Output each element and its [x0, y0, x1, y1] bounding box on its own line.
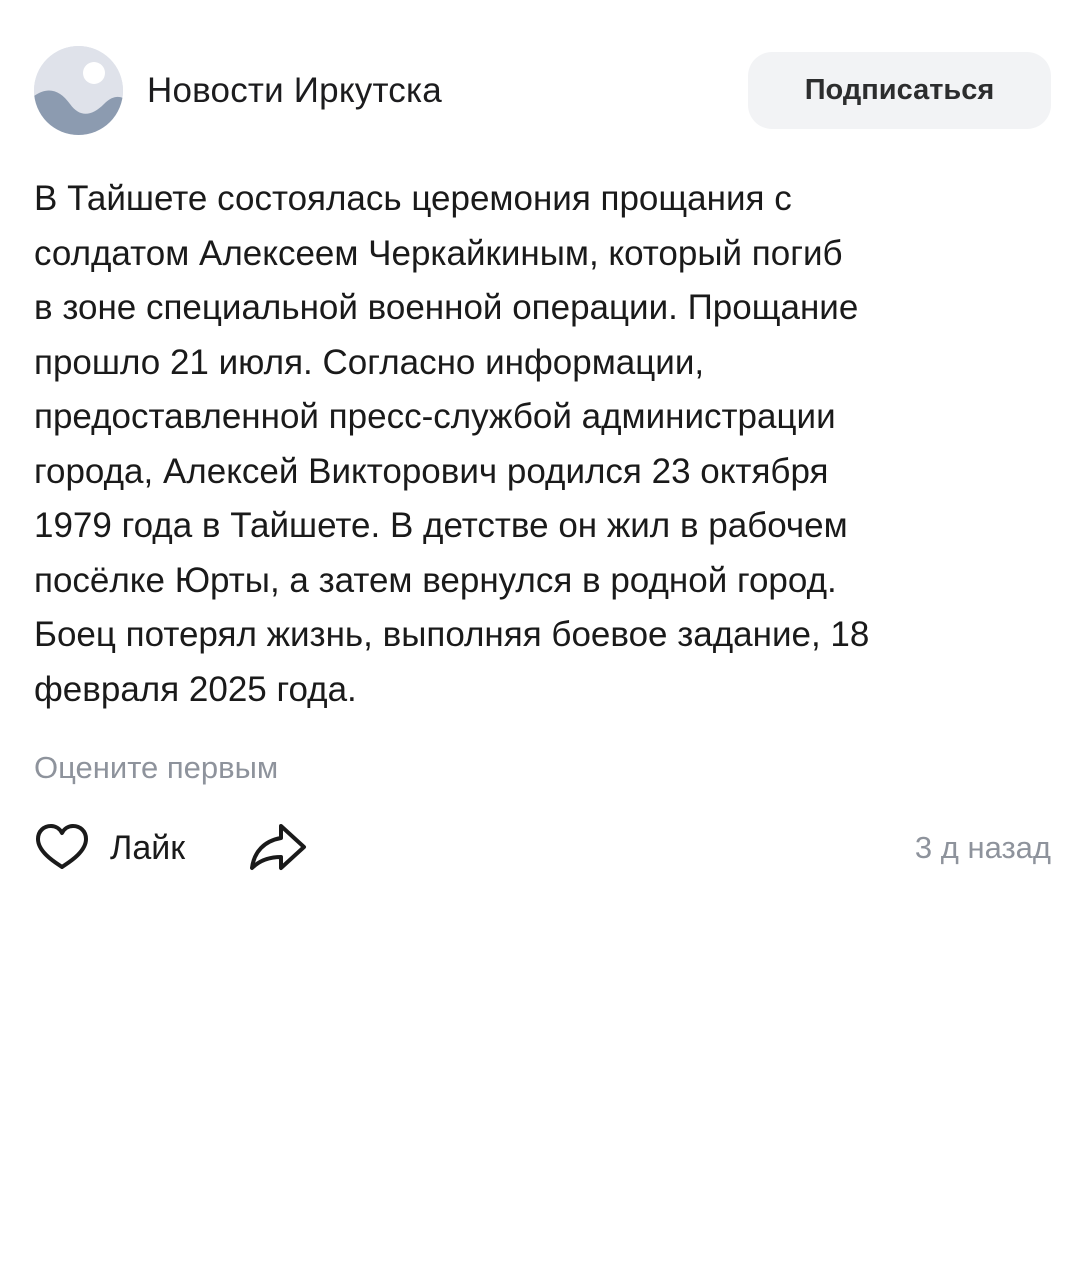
post-text-line: предоставленной пресс-службой администра… [34, 397, 836, 436]
post-text-line: февраля 2025 года. [34, 669, 357, 709]
post-header: Новости Иркутска Подписаться [34, 46, 1051, 136]
rate-first-link[interactable]: Оцените первым [34, 748, 278, 788]
share-button[interactable] [248, 822, 308, 874]
landscape-avatar-icon [34, 46, 123, 135]
group-name[interactable]: Новости Иркутска [147, 69, 442, 113]
post-text-line: города, Алексей Викторович родился 23 ок… [34, 451, 829, 491]
subscribe-button[interactable]: Подписаться [748, 52, 1051, 129]
post-text-line: солдатом Алексеем Черкайкиным, который п… [34, 233, 843, 273]
post-text: В Тайшете состоялась церемония прощания … [34, 172, 1064, 717]
like-button[interactable]: Лайк [34, 820, 185, 876]
post-actions: Лайк 3 д назад [34, 820, 1051, 880]
post-text-line: в зоне специальной военной операции. Про… [34, 288, 859, 327]
heart-icon [36, 824, 88, 869]
share-arrow-icon [250, 824, 306, 870]
post-text-line: 1979 года в Тайшете. В детстве он жил в … [34, 506, 848, 545]
post-text-line: В Тайшете состоялась церемония прощания … [34, 179, 792, 218]
like-label: Лайк [110, 828, 186, 867]
post-card: Новости Иркутска Подписаться В Тайшете с… [0, 0, 1084, 1280]
post-text-line: прошло 21 июля. Согласно информации, [34, 342, 705, 382]
post-text-line: посёлке Юрты, а затем вернулся в родной … [34, 560, 837, 600]
group-avatar[interactable] [34, 46, 123, 135]
post-text-line: Боец потерял жизнь, выполняя боевое зада… [34, 615, 870, 654]
post-timestamp: 3 д назад [914, 830, 1051, 865]
